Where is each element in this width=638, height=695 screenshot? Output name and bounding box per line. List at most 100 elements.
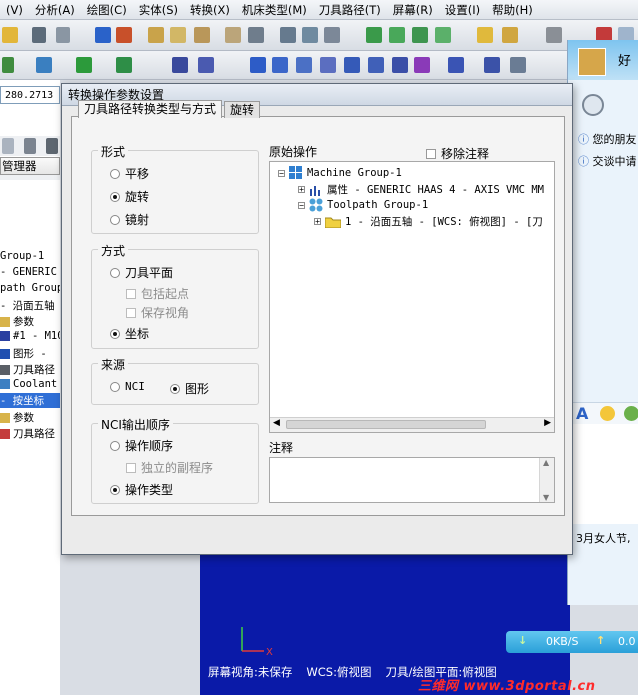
mirror-icon[interactable]	[296, 57, 312, 73]
vertical-scrollbar[interactable]: ▲ ▼	[539, 458, 554, 502]
radio-rotate[interactable]: 旋转	[110, 188, 149, 205]
magic-emoji-icon[interactable]	[624, 406, 638, 421]
tab-transform-type[interactable]: 刀具路径转换类型与方式	[78, 100, 223, 118]
webcam-icon[interactable]	[582, 94, 604, 116]
zoom-out-icon[interactable]	[194, 27, 210, 43]
tree-item[interactable]: 图形 -	[0, 346, 60, 361]
scroll-left-icon[interactable]: ◀	[273, 418, 280, 428]
zoom-in-icon[interactable]	[170, 27, 186, 43]
tree-node-toolpath-group[interactable]: − Toolpath Group-1	[298, 198, 428, 212]
check-remove-comment[interactable]: 移除注释	[426, 145, 489, 162]
font-icon[interactable]: A	[576, 404, 588, 423]
pencil-icon[interactable]	[477, 27, 493, 43]
backplot-icon[interactable]	[46, 138, 58, 154]
tree-item[interactable]: 参数	[0, 314, 60, 329]
menu-machine-type[interactable]: 机床类型(M)	[236, 2, 313, 18]
grid-array-icon[interactable]	[484, 57, 500, 73]
tool-icon[interactable]	[280, 27, 296, 43]
radio-translate[interactable]: 平移	[110, 165, 149, 182]
scroll-down-icon[interactable]: ▼	[543, 493, 549, 502]
radio-nci[interactable]: NCI	[110, 380, 145, 393]
expand-icon[interactable]: +	[298, 186, 305, 194]
tree-node-machine-group[interactable]: − Machine Group-1	[278, 166, 402, 180]
tree-item[interactable]: 刀具路径	[0, 362, 60, 377]
emoji-icon[interactable]	[600, 406, 615, 421]
tree-item[interactable]: - GENERIC	[0, 266, 60, 278]
coordinate-input[interactable]: 280.2713	[0, 86, 60, 104]
menu-toolpaths[interactable]: 刀具路径(T)	[313, 2, 387, 18]
menu-view[interactable]: (V)	[0, 3, 29, 17]
settings-icon[interactable]	[546, 27, 562, 43]
zoom-icon[interactable]	[248, 27, 264, 43]
tree-item[interactable]: - 沿面五轴	[0, 298, 60, 313]
menu-screen[interactable]: 屏幕(R)	[387, 2, 439, 18]
radio-mirror[interactable]: 镜射	[110, 211, 149, 228]
xform-icon[interactable]	[172, 57, 188, 73]
tree-item-selected[interactable]: - 按坐标	[0, 393, 60, 408]
point-icon[interactable]	[2, 57, 14, 73]
regenerate-icon[interactable]	[24, 138, 36, 154]
redo-icon[interactable]	[56, 27, 70, 43]
tree-item[interactable]: 刀具路径	[0, 426, 60, 441]
menu-solids[interactable]: 实体(S)	[133, 2, 184, 18]
radio-operation-order[interactable]: 操作顺序	[110, 437, 173, 454]
scroll-thumb[interactable]	[286, 420, 486, 429]
screen-view-status[interactable]: 屏幕视角:未保存	[208, 664, 292, 680]
operations-tree[interactable]: − Machine Group-1 + 属性 - GENERIC HAAS 4 …	[269, 161, 555, 433]
zoom-prev-icon[interactable]	[225, 27, 241, 43]
zoom-window-icon[interactable]	[148, 27, 164, 43]
translate-icon[interactable]	[250, 57, 266, 73]
pan-icon[interactable]	[95, 27, 111, 43]
comment-textarea[interactable]: ▲ ▼	[269, 457, 555, 503]
scroll-up-icon[interactable]: ▲	[543, 458, 549, 467]
chat-input-area[interactable]	[568, 424, 638, 524]
cube-icon[interactable]	[366, 27, 382, 43]
menu-settings[interactable]: 设置(I)	[439, 2, 486, 18]
scale-icon[interactable]	[320, 57, 336, 73]
line-icon[interactable]	[36, 57, 52, 73]
menu-help[interactable]: 帮助(H)	[486, 2, 539, 18]
stretch-icon[interactable]	[414, 57, 430, 73]
tree-item[interactable]: #1 - M10	[0, 330, 60, 342]
folder-icon[interactable]	[2, 27, 18, 43]
tree-node-operation[interactable]: + 1 - 沿面五轴 - [WCS: 俯视图] - [刀	[314, 214, 543, 229]
arc-icon[interactable]	[76, 57, 92, 73]
more-icon[interactable]	[510, 57, 526, 73]
array-icon[interactable]	[392, 57, 408, 73]
radio-operation-type[interactable]: 操作类型	[110, 481, 173, 498]
tree-node-properties[interactable]: + 属性 - GENERIC HAAS 4 - AXIS VMC MM	[298, 182, 544, 197]
tool-3-icon[interactable]	[324, 27, 340, 43]
eraser-icon[interactable]	[502, 27, 518, 43]
menu-xform[interactable]: 转换(X)	[184, 2, 236, 18]
tab-manager[interactable]: 管理器	[0, 157, 60, 175]
xform-2-icon[interactable]	[198, 57, 214, 73]
rotate-icon[interactable]	[272, 57, 288, 73]
tool-2-icon[interactable]	[302, 27, 318, 43]
check-include-start[interactable]: 包括起点	[126, 285, 189, 302]
tree-item[interactable]: Coolant	[0, 378, 60, 390]
radio-tool-plane[interactable]: 刀具平面	[110, 264, 173, 281]
avatar[interactable]	[578, 48, 606, 76]
expand-icon[interactable]: +	[314, 218, 321, 226]
fit-icon[interactable]	[116, 27, 132, 43]
menu-analyze[interactable]: 分析(A)	[29, 2, 81, 18]
tab-rotate[interactable]: 旋转	[224, 101, 261, 118]
tree-item[interactable]: 参数	[0, 410, 60, 425]
cube-3-icon[interactable]	[412, 27, 428, 43]
radio-geometry[interactable]: 图形	[170, 380, 209, 397]
undo-icon[interactable]	[32, 27, 46, 43]
tree-item[interactable]: path Group	[0, 282, 60, 294]
scroll-right-icon[interactable]: ▶	[544, 418, 551, 428]
project-icon[interactable]	[368, 57, 384, 73]
cube-4-icon[interactable]	[435, 27, 451, 43]
wcs-status[interactable]: WCS:俯视图	[306, 664, 371, 680]
menu-draw[interactable]: 绘图(C)	[81, 2, 133, 18]
horizontal-scrollbar[interactable]: ◀ ▶	[270, 417, 554, 432]
cube-2-icon[interactable]	[389, 27, 405, 43]
check-keep-view[interactable]: 保存视角	[126, 304, 189, 321]
tree-item[interactable]: Group-1	[0, 250, 60, 262]
chat-ad-text[interactable]: 3月女人节,	[576, 530, 631, 546]
select-all-icon[interactable]	[2, 138, 14, 154]
roll-icon[interactable]	[448, 57, 464, 73]
collapse-icon[interactable]: −	[278, 169, 285, 177]
